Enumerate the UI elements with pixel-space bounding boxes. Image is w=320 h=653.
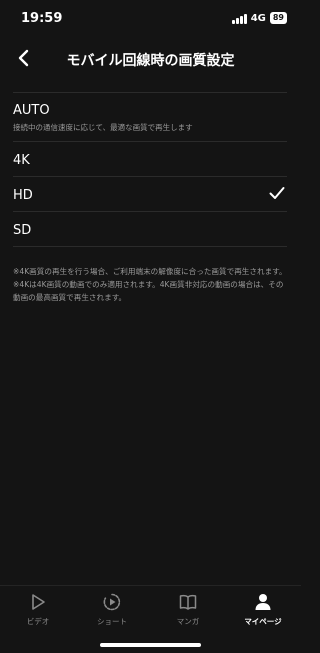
note-text: ※4Kは4K画質の動画でのみ適用されます。4K画質非対応の動画の場合は、その動画… bbox=[13, 280, 284, 302]
nav-bar: モバイル回線時の画質設定 bbox=[0, 40, 301, 78]
option-auto[interactable]: AUTO 接続中の通信速度に応じて、最適な画質で再生します bbox=[13, 93, 287, 142]
network-type: 4G bbox=[250, 12, 266, 24]
book-icon bbox=[179, 594, 197, 610]
tab-video[interactable]: ビデオ bbox=[8, 592, 68, 627]
option-label: SD bbox=[13, 223, 32, 238]
status-indicators: 4G 89 bbox=[232, 12, 287, 24]
tab-mypage[interactable]: マイページ bbox=[233, 592, 293, 627]
page-title: モバイル回線時の画質設定 bbox=[66, 53, 235, 69]
checkmark-icon bbox=[269, 187, 285, 199]
battery-icon: 89 bbox=[269, 12, 287, 24]
tab-label: ビデオ bbox=[26, 617, 50, 626]
tab-label: マイページ bbox=[244, 617, 282, 626]
notes: ※4K画質の再生を行う場合、ご利用端末の解像度に合った画質で再生されます。 ※4… bbox=[13, 265, 289, 304]
option-label: HD bbox=[13, 188, 33, 203]
option-label: 4K bbox=[13, 153, 30, 168]
tab-short[interactable]: ショート bbox=[82, 592, 142, 627]
option-label: AUTO bbox=[13, 103, 50, 118]
person-icon bbox=[255, 594, 271, 610]
option-4k[interactable]: 4K bbox=[13, 142, 287, 177]
option-sd[interactable]: SD bbox=[13, 212, 287, 247]
option-description: 接続中の通信速度に応じて、最適な画質で再生します bbox=[13, 123, 193, 132]
note-text: ※4K画質の再生を行う場合、ご利用端末の解像度に合った画質で再生されます。 bbox=[13, 267, 287, 276]
option-hd[interactable]: HD bbox=[13, 177, 287, 212]
tab-label: マンガ bbox=[176, 617, 200, 626]
tab-manga[interactable]: マンガ bbox=[158, 592, 218, 627]
short-icon bbox=[103, 593, 121, 611]
status-bar: 19:59 4G 89 bbox=[0, 0, 301, 38]
quality-options-list: AUTO 接続中の通信速度に応じて、最適な画質で再生します 4K HD SD bbox=[13, 92, 287, 247]
play-icon bbox=[32, 594, 45, 610]
status-time: 19:59 bbox=[21, 11, 63, 26]
signal-icon bbox=[232, 13, 247, 24]
tab-label: ショート bbox=[97, 617, 127, 626]
home-indicator bbox=[100, 643, 201, 647]
